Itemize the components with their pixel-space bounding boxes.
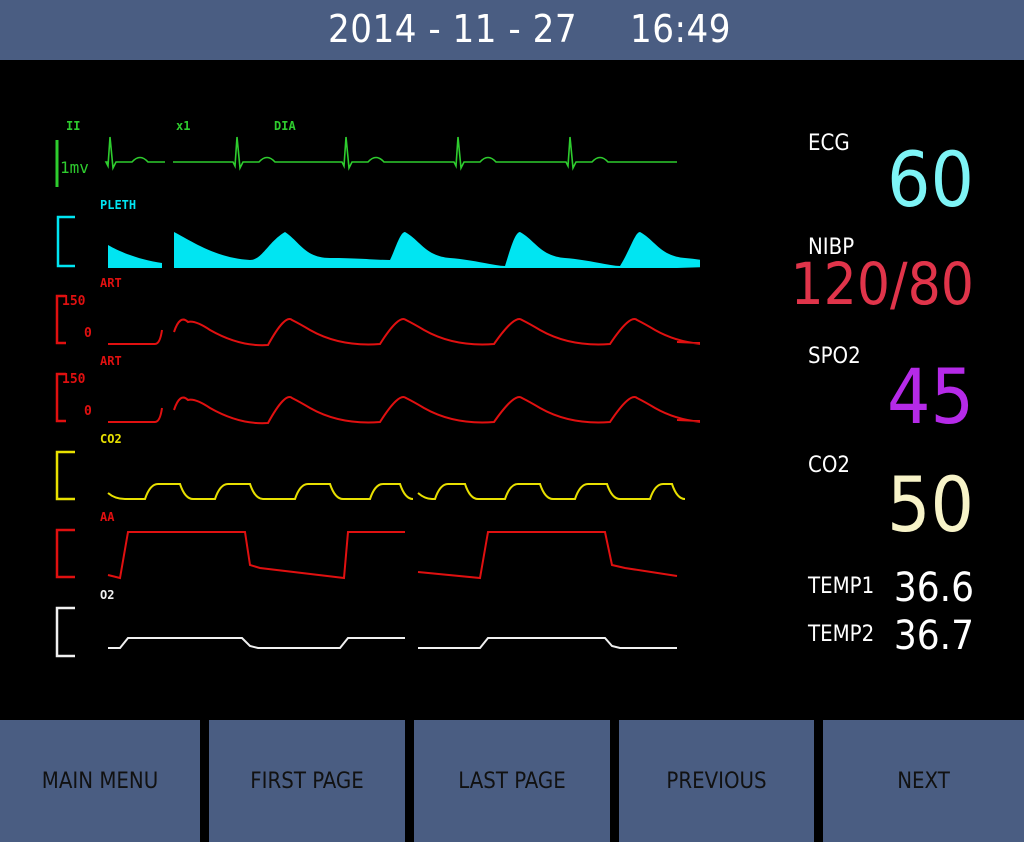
temp1-param-label: TEMP1 — [808, 574, 875, 599]
time-display: 16:49 — [630, 7, 732, 51]
temp1-value: 36.6 — [893, 565, 974, 611]
header-bar: 2014 - 11 - 27 16:49 — [0, 0, 1024, 60]
date-display: 2014 - 11 - 27 — [328, 7, 578, 51]
ecg-trace — [104, 136, 677, 171]
previous-button[interactable]: PREVIOUS — [619, 720, 814, 842]
o2-trace — [108, 637, 677, 649]
pleth-trace — [108, 232, 700, 268]
co2-param-label: CO2 — [808, 453, 850, 478]
main-menu-button[interactable]: MAIN MENU — [0, 720, 200, 842]
waveform-area: II x1 DIA 1mv PLETH ART 150 0 ART 150 0 … — [0, 60, 700, 720]
co2-bracket — [55, 450, 75, 501]
nibp-value: 120/80 — [790, 250, 974, 318]
aa-bracket — [55, 528, 75, 579]
temp2-param-label: TEMP2 — [808, 622, 875, 647]
spo2-param-label: SPO2 — [808, 344, 861, 369]
spo2-value: 45 — [887, 352, 974, 441]
temp2-value: 36.7 — [893, 613, 974, 659]
o2-bracket — [55, 606, 75, 658]
navigation-bar: MAIN MENU FIRST PAGE LAST PAGE PREVIOUS … — [0, 720, 1024, 842]
ecg-param-label: ECG — [808, 131, 850, 156]
art1-trace — [108, 318, 700, 347]
co2-trace — [107, 483, 686, 500]
art1-bracket — [55, 294, 66, 345]
heart-rate-value: 60 — [887, 135, 974, 224]
pleth-bracket — [56, 215, 75, 268]
first-page-button[interactable]: FIRST PAGE — [209, 720, 405, 842]
waveform-traces — [55, 136, 700, 658]
monitor-screen: II x1 DIA 1mv PLETH ART 150 0 ART 150 0 … — [0, 60, 1024, 720]
aa-trace — [107, 531, 678, 580]
last-page-button[interactable]: LAST PAGE — [414, 720, 610, 842]
co2-value: 50 — [887, 460, 974, 549]
art2-bracket — [55, 372, 66, 423]
next-button[interactable]: NEXT — [823, 720, 1024, 842]
art2-trace — [108, 396, 700, 425]
